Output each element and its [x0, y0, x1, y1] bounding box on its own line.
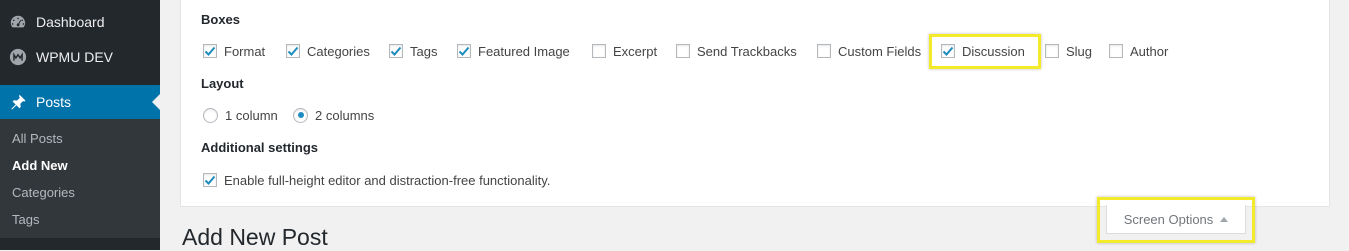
admin-sidebar: Dashboard WPMU DEV Posts All Posts Add N… — [0, 0, 160, 250]
checkbox-featured-image[interactable] — [457, 44, 471, 58]
menu-wpmudev[interactable]: WPMU DEV — [0, 40, 160, 74]
box-author[interactable]: Author — [1109, 42, 1168, 60]
box-format[interactable]: Format — [203, 42, 265, 60]
box-author-label: Author — [1130, 43, 1169, 59]
posts-submenu: All Posts Add New Categories Tags — [0, 119, 160, 238]
box-custom-fields-label: Custom Fields — [838, 43, 922, 59]
checkbox-distraction-free[interactable] — [203, 173, 217, 187]
additional-settings-title: Additional settings — [201, 140, 318, 155]
discussion-highlight — [929, 34, 1041, 69]
page-title: Add New Post — [182, 224, 328, 250]
box-categories[interactable]: Categories — [286, 42, 370, 60]
menu-dashboard-label: Dashboard — [36, 14, 105, 30]
submenu-add-new[interactable]: Add New — [12, 158, 68, 173]
menu-dashboard[interactable]: Dashboard — [0, 5, 160, 39]
checkbox-slug[interactable] — [1045, 44, 1059, 58]
layout-1-column[interactable]: 1 column — [203, 106, 278, 124]
checkbox-custom-fields[interactable] — [817, 44, 831, 58]
box-custom-fields[interactable]: Custom Fields — [817, 42, 921, 60]
menu-posts-label: Posts — [36, 94, 72, 110]
box-slug[interactable]: Slug — [1045, 42, 1092, 60]
screen-options-panel: Boxes Format Categories Tags Featured Im… — [180, 0, 1330, 207]
box-excerpt[interactable]: Excerpt — [592, 42, 657, 60]
screen-options-highlight — [1097, 197, 1255, 243]
wpmudev-icon — [0, 48, 36, 66]
radio-selected-dot — [297, 112, 304, 118]
layout-title: Layout — [201, 76, 244, 91]
box-send-trackbacks-label: Send Trackbacks — [697, 43, 797, 59]
checkbox-send-trackbacks[interactable] — [676, 44, 690, 58]
submenu-categories[interactable]: Categories — [12, 185, 75, 200]
checkbox-author[interactable] — [1109, 44, 1123, 58]
box-featured-image-label: Featured Image — [478, 43, 570, 59]
submenu-tags[interactable]: Tags — [12, 212, 39, 227]
radio-1-column[interactable] — [203, 107, 218, 123]
pin-icon — [0, 93, 36, 111]
box-excerpt-label: Excerpt — [613, 43, 658, 59]
checkbox-format[interactable] — [203, 44, 217, 58]
submenu-all-posts[interactable]: All Posts — [12, 131, 63, 146]
checkbox-tags[interactable] — [389, 44, 403, 58]
box-tags[interactable]: Tags — [389, 42, 437, 60]
menu-wpmudev-label: WPMU DEV — [36, 49, 113, 65]
boxes-title: Boxes — [201, 12, 241, 27]
box-send-trackbacks[interactable]: Send Trackbacks — [676, 42, 797, 60]
box-slug-label: Slug — [1066, 43, 1093, 59]
box-categories-label: Categories — [307, 43, 370, 59]
box-featured-image[interactable]: Featured Image — [457, 42, 570, 60]
option-distraction-free[interactable]: Enable full-height editor and distractio… — [203, 171, 550, 189]
radio-2-columns[interactable] — [293, 107, 308, 123]
box-format-label: Format — [224, 43, 266, 59]
option-distraction-free-label: Enable full-height editor and distractio… — [224, 172, 551, 188]
checkbox-categories[interactable] — [286, 44, 300, 58]
layout-2-columns-label: 2 columns — [315, 107, 375, 123]
layout-1-column-label: 1 column — [225, 107, 278, 123]
menu-posts[interactable]: Posts — [0, 85, 160, 119]
dashboard-icon — [0, 13, 36, 31]
sidebar-bottom — [0, 238, 160, 250]
layout-2-columns[interactable]: 2 columns — [293, 106, 374, 124]
box-tags-label: Tags — [410, 43, 438, 59]
checkbox-excerpt[interactable] — [592, 44, 606, 58]
